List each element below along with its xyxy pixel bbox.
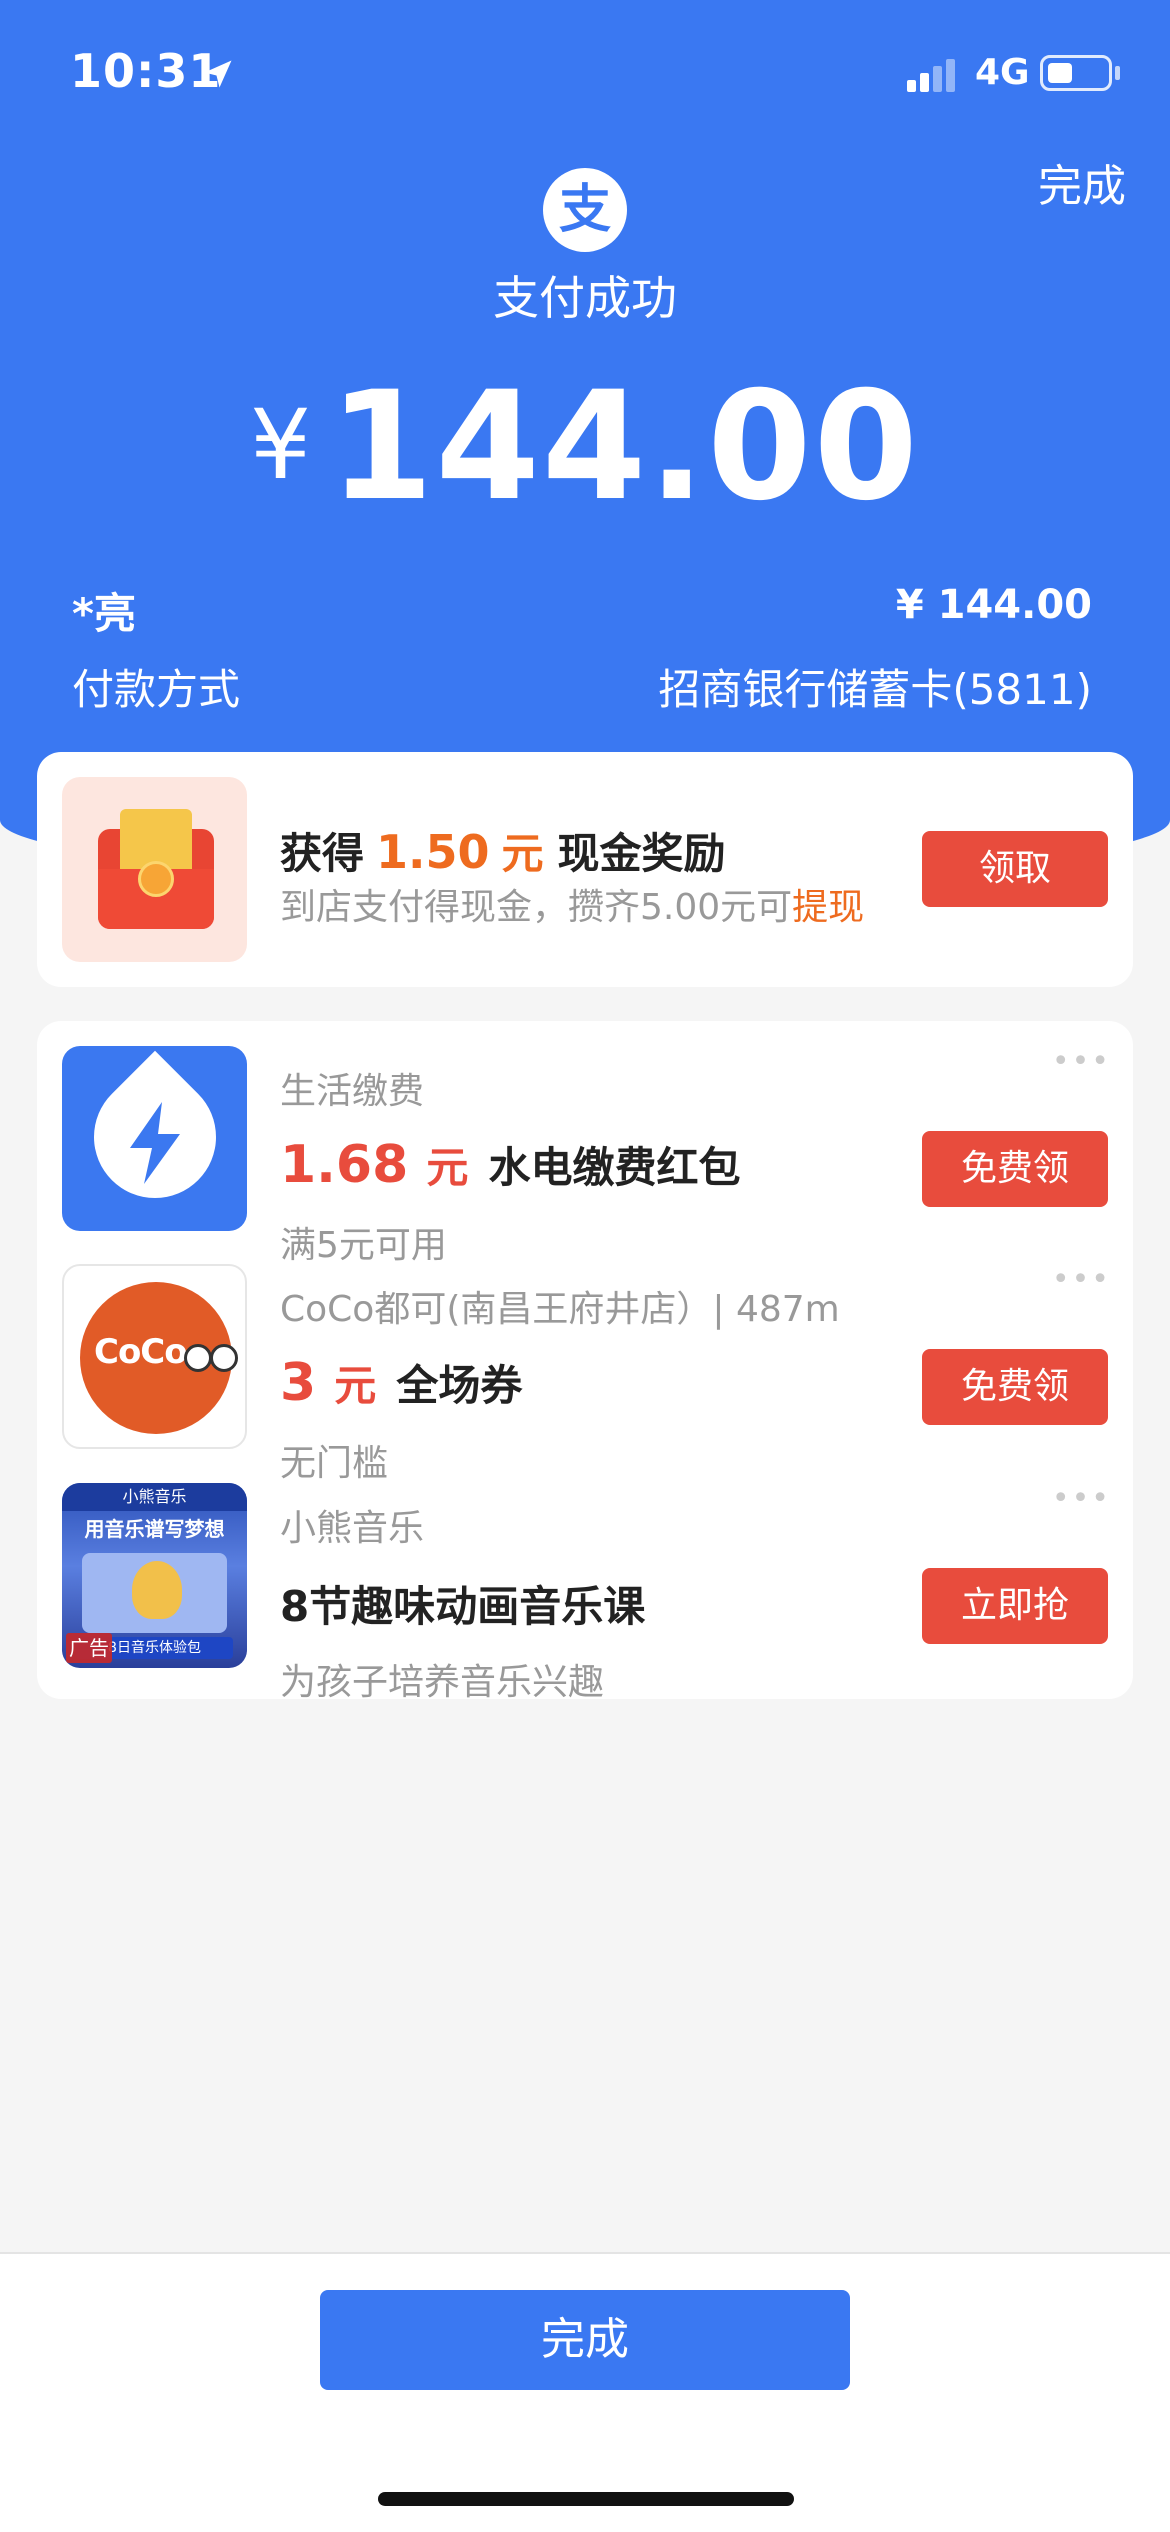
offer-note: 无门槛 [280, 1443, 389, 1484]
reward-unit: 元 [501, 829, 544, 878]
payee-name: *亮 [72, 589, 136, 638]
offer-note: 为孩子培养音乐兴趣 [280, 1662, 605, 1703]
more-options-icon[interactable]: ••• [1052, 1265, 1111, 1295]
top-done-button[interactable]: 完成 [1038, 150, 1126, 214]
offer-price: 1.68 元 [280, 1135, 469, 1195]
offer-item[interactable]: 生活缴费 1.68 元水电缴费红包 满5元可用 免费领 ••• [37, 1046, 1133, 1266]
done-button[interactable]: 完成 [320, 2290, 850, 2390]
offer-item[interactable]: 小熊音乐 用音乐谱写梦想 8日音乐体验包 广告 小熊音乐 8节趣味动画音乐课 为… [37, 1483, 1133, 1703]
payment-amount: ¥144.00 [0, 360, 1170, 534]
offer-title: 1.68 元水电缴费红包 [280, 1135, 741, 1195]
reward-title: 获得 1.50 元现金奖励 [280, 820, 726, 881]
alipay-logo-icon: 支 [543, 168, 627, 252]
offers-card: 生活缴费 1.68 元水电缴费红包 满5元可用 免费领 ••• CoCo CoC… [37, 1021, 1133, 1703]
offer-title: 8节趣味动画音乐课 [280, 1582, 646, 1631]
reward-prefix: 获得 [280, 829, 365, 878]
music-course-thumbnail: 小熊音乐 用音乐谱写梦想 8日音乐体验包 广告 [62, 1483, 247, 1668]
offer-category: 小熊音乐 [280, 1508, 425, 1549]
red-envelope-icon [62, 777, 247, 962]
thumb-title: 用音乐谱写梦想 [84, 1517, 225, 1541]
home-indicator[interactable] [378, 2492, 794, 2506]
offer-category: 生活缴费 [280, 1071, 425, 1112]
offer-category: CoCo都可(南昌王府井店）| 487m [280, 1289, 840, 1330]
payment-success-title: 支付成功 [493, 271, 677, 325]
offer-item[interactable]: CoCo CoCo都可(南昌王府井店）| 487m 3 元全场券 无门槛 免费领… [37, 1264, 1133, 1484]
payment-method-label: 付款方式 [72, 665, 241, 714]
network-type: 4G [975, 52, 1030, 93]
free-claim-button[interactable]: 免费领 [922, 1131, 1108, 1207]
amount-value: 144.00 [329, 360, 920, 534]
more-options-icon[interactable]: ••• [1052, 1484, 1111, 1514]
coco-logo-text: CoCo [94, 1332, 188, 1372]
reward-value: 1.50 [376, 825, 490, 879]
grab-now-button[interactable]: 立即抢 [922, 1568, 1108, 1644]
coco-logo-icon: CoCo [62, 1264, 247, 1449]
payment-method-value: 招商银行储蓄卡(5811) [658, 665, 1092, 714]
ad-badge: 广告 [66, 1633, 112, 1663]
more-options-icon[interactable]: ••• [1052, 1047, 1111, 1077]
withdraw-link[interactable]: 提现 [792, 887, 864, 928]
currency-symbol: ¥ [250, 389, 312, 501]
reward-suffix: 现金奖励 [557, 829, 726, 878]
logo-glyph: 支 [558, 180, 611, 240]
offer-title: 3 元全场券 [280, 1353, 523, 1413]
reward-subtitle: 到店支付得现金，攒齐5.00元可提现 [280, 878, 864, 930]
battery-cap [1115, 66, 1120, 80]
thumb-head: 小熊音乐 [62, 1483, 247, 1511]
reward-card[interactable]: 获得 1.50 元现金奖励 到店支付得现金，攒齐5.00元可提现 领取 [37, 752, 1133, 987]
free-claim-button[interactable]: 免费领 [922, 1349, 1108, 1425]
payee-amount: ¥ 144.00 [895, 582, 1092, 628]
utility-bolt-icon [62, 1046, 247, 1231]
signal-icon [907, 59, 955, 92]
battery-icon [1040, 55, 1112, 91]
offer-note: 满5元可用 [280, 1225, 447, 1266]
status-time: 10:31 [70, 44, 222, 98]
offer-price: 3 元 [280, 1353, 377, 1413]
location-arrow-icon [204, 60, 232, 88]
reward-sub-text: 到店支付得现金，攒齐5.00元可 [280, 887, 793, 928]
claim-reward-button[interactable]: 领取 [922, 831, 1108, 907]
